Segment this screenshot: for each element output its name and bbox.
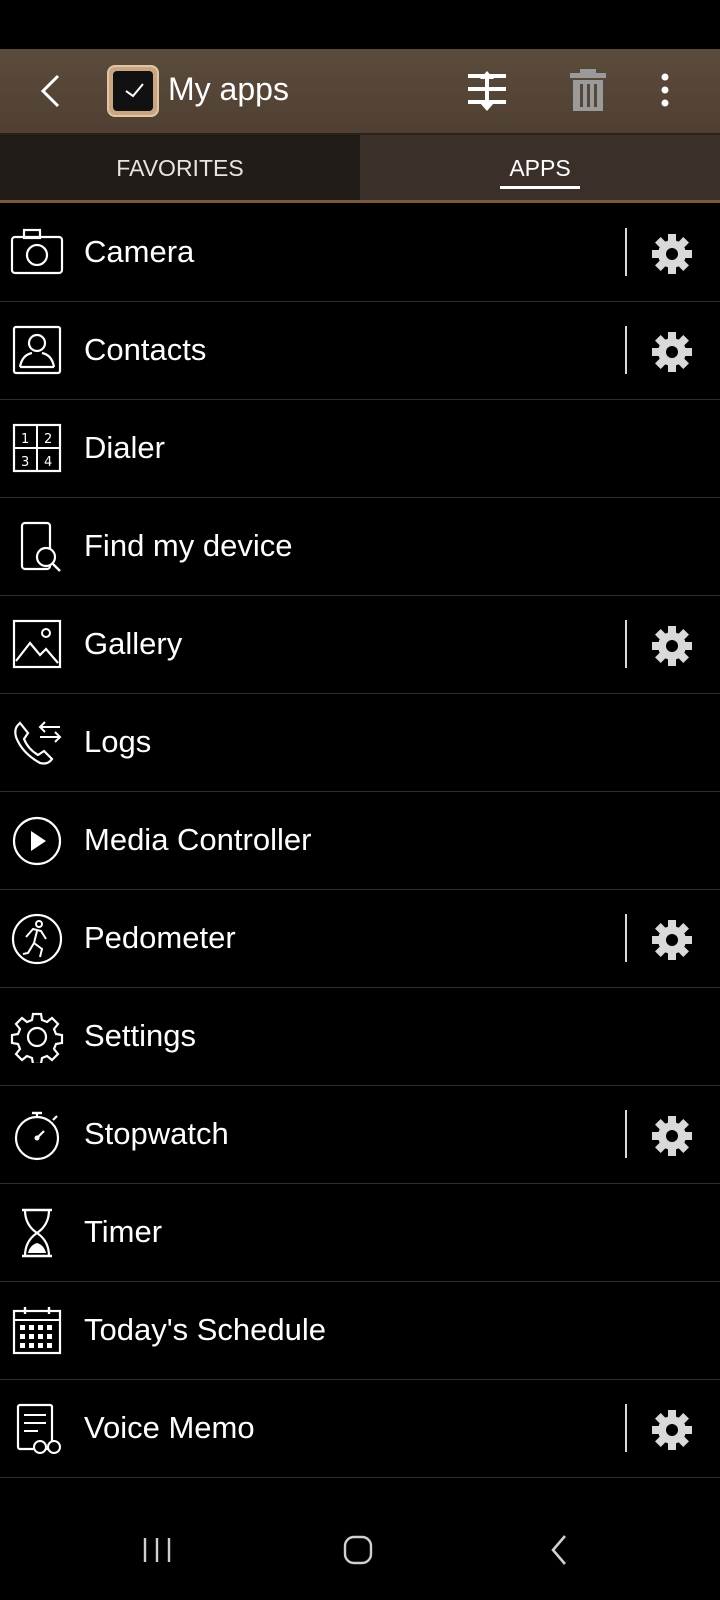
contacts-icon [10,325,64,377]
list-item-label: Voice Memo [84,1410,255,1445]
list-item-label: Gallery [84,626,183,661]
svg-text:4: 4 [44,455,52,470]
gear-icon[interactable] [650,624,694,668]
list-item-label: Dialer [84,430,165,465]
svg-text:3: 3 [21,455,29,470]
find-device-icon [10,521,64,573]
home-icon[interactable] [333,1526,383,1574]
list-item-dialer[interactable]: 1 2 3 4 Dialer [0,400,720,498]
list-item-label: Stopwatch [84,1116,229,1151]
page-title: My apps [168,71,289,107]
system-nav-bar [0,1500,720,1600]
list-item-label: Logs [84,724,152,759]
tab-apps[interactable]: APPS [360,135,720,201]
back-arrow-icon[interactable] [28,67,72,115]
calendar-icon [10,1305,64,1357]
dialer-icon: 1 2 3 4 [10,423,64,475]
list-item-camera[interactable]: Camera [0,204,720,302]
list-item-label: Pedometer [84,920,236,955]
stopwatch-icon [10,1109,64,1161]
list-item-settings[interactable]: Settings [0,988,720,1086]
list-item-find-my-device[interactable]: Find my device [0,498,720,596]
camera-icon [10,227,64,279]
recents-icon[interactable] [132,1526,182,1574]
list-item-label: Timer [84,1214,163,1249]
tab-bar-border [0,200,720,203]
divider [625,620,627,668]
tab-favorites[interactable]: FAVORITES [0,135,360,201]
status-bar [0,0,720,49]
reorder-icon[interactable] [466,69,510,113]
divider [625,1110,627,1158]
settings-icon [10,1011,64,1066]
gear-icon[interactable] [650,232,694,276]
list-item-voice-memo[interactable]: Voice Memo [0,1380,720,1478]
divider [625,228,627,276]
list-item-gallery[interactable]: Gallery [0,596,720,694]
app-bar: My apps [0,49,720,135]
gear-icon[interactable] [650,1408,694,1452]
tab-bar: FAVORITES APPS [0,135,720,203]
list-item-pedometer[interactable]: Pedometer [0,890,720,988]
gear-icon[interactable] [650,330,694,374]
list-item-media-controller[interactable]: Media Controller [0,792,720,890]
more-vert-icon[interactable] [650,69,680,113]
tab-indicator [500,186,580,189]
hourglass-icon [10,1207,64,1259]
list-item-label: Settings [84,1018,197,1053]
logs-icon [10,717,64,769]
tab-favorites-label: FAVORITES [116,154,244,181]
tab-apps-label: APPS [509,154,571,181]
voice-memo-icon [10,1403,64,1455]
gear-icon[interactable] [650,1114,694,1158]
trash-icon[interactable] [568,67,612,115]
gallery-icon [10,619,64,671]
list-item-label: Media Controller [84,822,312,857]
list-item-contacts[interactable]: Contacts [0,302,720,400]
divider [625,1404,627,1452]
list-item-todays-schedule[interactable]: Today's Schedule [0,1282,720,1380]
svg-text:1: 1 [21,432,29,447]
list-item-logs[interactable]: Logs [0,694,720,792]
play-icon [10,815,64,867]
watch-icon [106,64,160,118]
list-item-label: Camera [84,234,195,269]
svg-text:2: 2 [44,432,52,447]
divider [625,326,627,374]
list-item-label: Find my device [84,528,293,563]
list-item-timer[interactable]: Timer [0,1184,720,1282]
back-icon[interactable] [535,1526,585,1574]
apps-list: Camera Contacts 1 2 3 4 Dialer Find my d… [0,204,720,1478]
divider [625,914,627,962]
list-item-label: Today's Schedule [84,1312,327,1347]
gear-icon[interactable] [650,918,694,962]
list-item-stopwatch[interactable]: Stopwatch [0,1086,720,1184]
list-item-label: Contacts [84,332,207,367]
pedometer-icon [10,913,64,965]
